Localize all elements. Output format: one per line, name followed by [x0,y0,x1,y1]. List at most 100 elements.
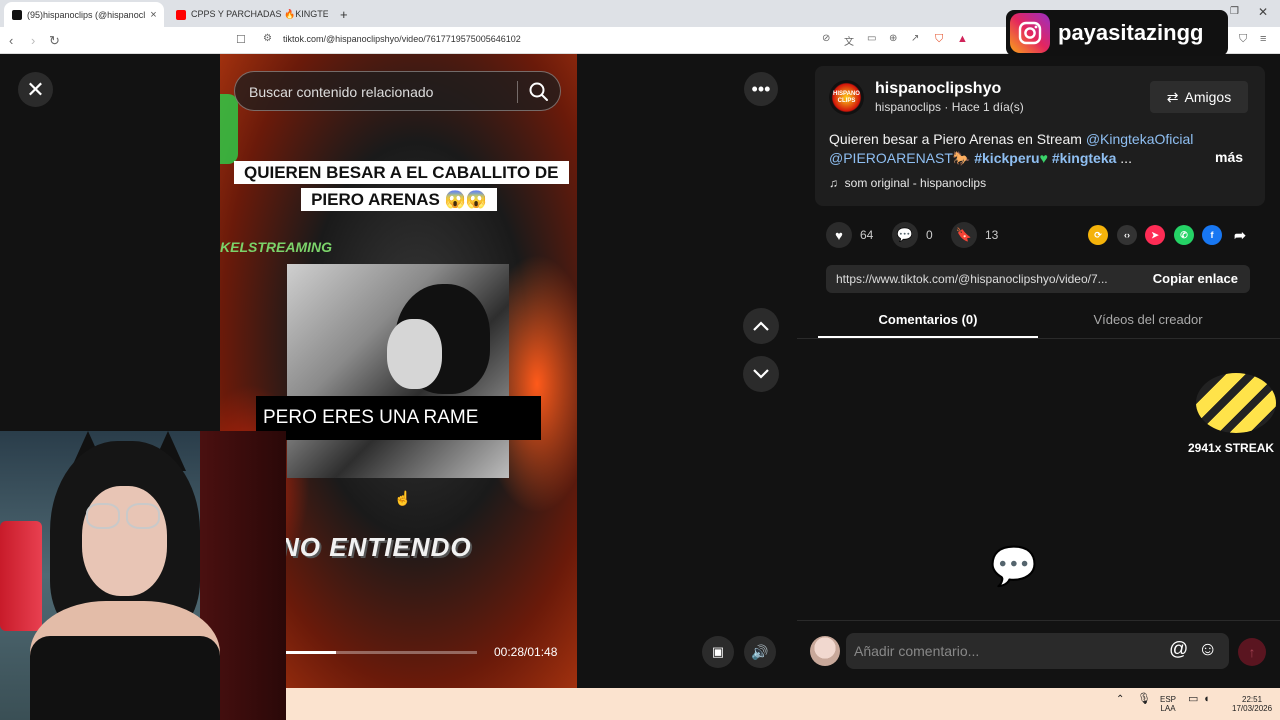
search-divider [517,81,518,103]
arrow-up-icon: ↑ [1248,644,1256,660]
hashtag-link[interactable]: #kickperu [974,150,1039,166]
forward-icon[interactable]: › [31,33,35,48]
close-tab-icon[interactable]: × [150,9,156,21]
tiktok-icon [12,9,22,20]
tab-cpps[interactable]: CPPS Y PARCHADAS 🔥KINGTEKA × [168,2,328,27]
channel-avatar[interactable]: HISPANO CLIPS [829,80,864,115]
embed-icon[interactable]: ‹› [1117,225,1137,245]
repost-icon[interactable]: ⟳ [1088,225,1108,245]
tab-hispanoclips[interactable]: (95)hispanoclips (@hispanocl × [4,2,164,27]
new-tab-button[interactable]: + [332,2,352,27]
empty-comments-illustration: 💬 [990,546,1038,588]
green-heart-icon: ♥ [1039,150,1048,166]
mention-link[interactable]: @PIEROARENAST [829,150,953,166]
mic-icon[interactable]: 🎙 [1137,694,1151,705]
language-indicator[interactable]: ESP LAA [1160,695,1176,713]
clock[interactable]: 22:51 17/03/2026 [1232,695,1272,713]
whatsapp-icon[interactable]: ✆ [1174,225,1194,245]
speaker-icon[interactable]: ◖ [1203,694,1210,705]
instagram-glyph [1018,21,1042,45]
wallet-icon[interactable]: ⛉ [1239,33,1247,46]
link-box: https://www.tiktok.com/@hispanoclipshyo/… [826,265,1250,293]
tab-comments[interactable]: Comentarios (0) [818,312,1038,327]
music-label: som original - hispanoclips [844,176,987,190]
video-background [220,94,238,164]
hashtag-link[interactable]: #kingteka [1052,150,1117,166]
miniplayer-icon: ▣ [711,644,725,659]
previous-video-button[interactable] [743,308,779,344]
music-info[interactable]: ♫ som original - hispanoclips [829,176,986,190]
emoji-icon[interactable]: ☺ [1198,639,1217,661]
video-time: 00:28/01:48 [494,645,558,659]
webcam-overlay [0,431,286,720]
hand-cursor-icon: ☝ [394,490,412,506]
copy-link-button[interactable]: Copiar enlace [1153,271,1238,286]
url-text[interactable]: tiktok.com/@hispanoclipshyo/video/761771… [283,34,521,44]
channel-username[interactable]: hispanoclipshyo [875,80,1001,98]
miniplayer-button[interactable]: ▣ [702,636,734,668]
microphone [0,521,42,631]
related-search[interactable]: Buscar contenido relacionado [234,71,561,111]
video-frame-image [287,264,509,478]
post-description: Quieren besar a Piero Arenas en Stream @… [829,130,1209,168]
instagram-badge: payasitazingg [1006,10,1228,56]
share-page-icon[interactable]: ↗ [911,33,919,44]
friends-button[interactable]: ⇄ Amigos [1150,81,1248,113]
tabs-divider [797,338,1280,339]
video-link[interactable]: https://www.tiktok.com/@hispanoclipshyo/… [836,272,1108,286]
send-to-friend-icon[interactable]: ➤ [1145,225,1165,245]
ellipsis: ... [1120,150,1132,166]
cast-icon[interactable]: ▭ [867,33,876,44]
more-icon: ••• [751,78,771,99]
swap-icon: ⇄ [1166,88,1179,105]
next-video-button[interactable] [743,356,779,392]
youtube-icon [176,9,186,20]
tab-creator-videos[interactable]: Vídeos del creador [1038,312,1258,327]
progress-bar[interactable] [286,651,477,654]
share-arrow-icon[interactable]: ➦ [1230,225,1250,245]
maximize-icon[interactable]: ❐ [1230,6,1239,17]
zoom-icon[interactable]: ⊕ [889,33,897,44]
streak-overlay: 2941x STREAK [1186,368,1280,460]
photo-face [387,319,442,389]
description-text: Quieren besar a Piero Arenas en Stream [829,131,1086,147]
back-icon[interactable]: ‹ [9,33,13,48]
facebook-icon[interactable]: f [1202,225,1222,245]
comment-icon: 💬 [892,222,918,248]
bookmark-icon: 🔖 [951,222,977,248]
tab-label: CPPS Y PARCHADAS 🔥KINGTEKA [191,9,328,19]
no-track-icon[interactable]: ⊘ [822,33,830,44]
translate-icon[interactable]: 文 [844,33,854,48]
send-comment-button[interactable]: ↑ [1238,638,1266,666]
reload-icon[interactable]: ↻ [49,33,60,49]
like-count: 64 [860,228,874,242]
mention-link[interactable]: @KingtekaOficial [1086,131,1194,147]
rewards-icon[interactable]: ▲ [957,33,968,45]
taskbar: ⌃ 🎙 ESP LAA ▭ ◖ 22:51 17/03/2026 [286,688,1280,720]
volume-button[interactable]: 🔊 [744,636,776,668]
more-options-button[interactable]: ••• [744,72,778,106]
streamer-top [30,636,220,720]
lang-code: ESP [1160,695,1177,704]
network-icon[interactable]: ▭ [1188,694,1198,705]
save-action[interactable]: 🔖 13 [951,222,998,248]
mention-icon[interactable]: @ [1169,639,1188,661]
bookmark-icon[interactable]: ☐ [236,33,246,46]
comment-action[interactable]: 💬 0 [892,222,933,248]
comment-count: 0 [926,228,933,242]
caption-top-text: QUIEREN BESAR A EL CABALLITO DE PIERO AR… [234,161,569,211]
new-tab-label: + [340,7,348,22]
comment-placeholder: Añadir comentario... [854,643,980,659]
brave-shield-icon[interactable]: ⛉ [935,33,943,46]
tray-chevron-icon[interactable]: ⌃ [1116,695,1124,705]
like-action[interactable]: ♥ 64 [826,222,873,248]
horse-emoji-icon: 🐎 [952,150,971,166]
search-icon[interactable] [528,81,550,103]
menu-icon[interactable]: ≡ [1260,33,1266,45]
site-settings-icon[interactable]: ⚙ [263,33,272,44]
close-window-icon[interactable]: ✕ [1258,5,1268,19]
close-viewer-button[interactable]: ✕ [18,72,53,107]
comment-input[interactable]: Añadir comentario... @ ☺ [846,633,1229,669]
streak-text: 2941x STREAK [1188,441,1275,455]
more-button[interactable]: más [1215,149,1243,165]
